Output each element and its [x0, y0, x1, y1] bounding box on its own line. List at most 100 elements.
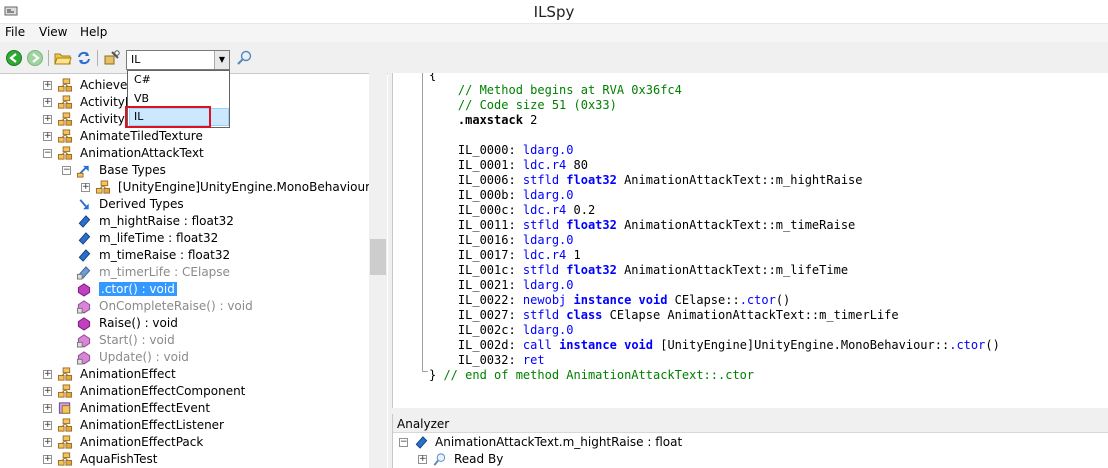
tree-node[interactable]: + AnimationEffectListener: [0, 417, 369, 434]
tree-node[interactable]: + AnimationEffectEvent: [0, 400, 369, 417]
code-token: AnimationAttackText::m_lifeTime: [616, 263, 849, 277]
code-line: .maxstack 2: [429, 113, 537, 128]
class-icon: [57, 78, 73, 92]
expand-icon[interactable]: +: [43, 115, 52, 124]
tree-node[interactable]: + AnimationEffectPack: [0, 434, 369, 451]
tree-node[interactable]: Raise() : void: [0, 315, 369, 332]
fold-guide: [422, 73, 423, 371]
tree-node[interactable]: + AnimationEffectComponent: [0, 383, 369, 400]
code-token: .ctor: [739, 293, 776, 307]
class-icon: [57, 435, 73, 449]
back-icon[interactable]: [5, 49, 23, 67]
code-token: ret: [522, 353, 545, 367]
chevron-down-icon[interactable]: ▼: [214, 51, 229, 69]
assembly-tree[interactable]: + AchieveS + ActivityD + Activity + AnimateTile…: [0, 73, 388, 468]
tree-node[interactable]: Derived Types: [0, 196, 369, 213]
forward-icon[interactable]: [26, 49, 44, 67]
code-token: ldarg.0: [522, 278, 574, 292]
analyzer-node[interactable]: − AnimationAttackText.m_hightRaise : floa…: [393, 434, 1093, 451]
tree-node[interactable]: + [UnityEngine]UnityEngine.MonoBehaviour: [0, 179, 371, 196]
tree-node[interactable]: OnCompleteRaise() : void: [0, 298, 369, 315]
menu-help[interactable]: Help: [80, 25, 107, 39]
analyzer-node[interactable]: + Read By: [393, 451, 1093, 468]
enum-icon: [58, 402, 71, 414]
tree-node-label: AnimationEffectListener: [80, 418, 224, 432]
code-line: IL_0017: ldc.r4 1: [429, 248, 581, 263]
code-token: IL_0000:: [429, 143, 523, 157]
tree-node[interactable]: − Base Types: [0, 162, 369, 179]
collapse-icon[interactable]: −: [62, 166, 71, 175]
tree-node[interactable]: Start() : void: [0, 332, 369, 349]
expand-icon[interactable]: +: [43, 404, 52, 413]
expand-icon[interactable]: +: [43, 387, 52, 396]
tree-node[interactable]: − AnimationAttackText: [0, 145, 369, 162]
menu-file[interactable]: File: [5, 25, 25, 39]
analyzer-node-label: AnimationAttackText.m_hightRaise : float: [435, 435, 683, 449]
search-assembly-icon[interactable]: [103, 49, 121, 67]
code-token: instance: [559, 338, 617, 352]
code-token: CElapse AnimationAttackText::m_timerLife: [602, 308, 899, 322]
language-option-vb[interactable]: VB: [134, 92, 149, 105]
field-private-icon: [76, 266, 91, 280]
class-icon: [57, 112, 73, 126]
expand-icon[interactable]: +: [43, 81, 52, 90]
expand-icon[interactable]: +: [43, 98, 52, 107]
tree-node-label: Raise() : void: [99, 316, 178, 330]
tree-node-label: m_hightRaise : float32: [99, 214, 234, 228]
field-icon: [78, 232, 91, 245]
code-token: ldarg.0: [522, 188, 574, 202]
code-token: }: [429, 368, 444, 382]
derived-types-icon: [79, 199, 89, 210]
code-line: {: [429, 73, 436, 83]
collapse-icon[interactable]: −: [399, 438, 408, 447]
expand-icon[interactable]: +: [43, 421, 52, 430]
tree-scrollbar[interactable]: [369, 73, 387, 468]
expand-icon[interactable]: +: [43, 370, 52, 379]
tree-node[interactable]: .ctor() : void: [0, 281, 369, 298]
class-icon: [57, 452, 73, 466]
class-icon: [57, 95, 73, 109]
analyzer-title: Analyzer: [397, 417, 450, 431]
language-select-value: IL: [131, 53, 141, 66]
expand-icon[interactable]: +: [418, 455, 427, 464]
code-token: class: [566, 308, 603, 322]
expand-icon[interactable]: +: [43, 455, 52, 464]
language-option-csharp[interactable]: C#: [134, 73, 151, 86]
tree-node[interactable]: Update() : void: [0, 349, 369, 366]
code-view[interactable]: { // Method begins at RVA 0x36fc4 // Cod…: [392, 73, 1108, 408]
tree-node[interactable]: + AnimateTiledTexture: [0, 128, 369, 145]
code-token: 2: [522, 113, 538, 127]
language-select[interactable]: IL ▼: [126, 50, 230, 70]
tree-node-label: .ctor() : void: [99, 282, 177, 296]
search-icon[interactable]: [236, 49, 254, 67]
expand-icon[interactable]: +: [43, 132, 52, 141]
tree-node[interactable]: + AnimationEffect: [0, 366, 369, 383]
code-token: {: [429, 73, 437, 82]
tree-node-label: AnimationEffectPack: [80, 435, 204, 449]
code-token: float32: [566, 263, 617, 277]
tree-node[interactable]: m_timerLife : CElapse: [0, 264, 369, 281]
tree-scrollbar-thumb[interactable]: [370, 239, 386, 275]
expand-icon[interactable]: +: [43, 438, 52, 447]
code-token: float32: [566, 173, 617, 187]
collapse-icon[interactable]: −: [43, 149, 52, 158]
code-token: call: [522, 338, 552, 352]
refresh-icon[interactable]: [75, 49, 93, 67]
expand-icon[interactable]: +: [81, 183, 90, 192]
code-token: (): [985, 338, 1000, 352]
toolbar-separator: [97, 50, 98, 66]
field-icon: [78, 215, 91, 228]
open-icon[interactable]: [54, 49, 72, 67]
tree-node[interactable]: m_lifeTime : float32: [0, 230, 369, 247]
code-token: AnimationAttackText::m_hightRaise: [616, 173, 863, 187]
tree-node[interactable]: m_hightRaise : float32: [0, 213, 369, 230]
tree-node[interactable]: + AquaFishTest: [0, 451, 369, 468]
analyzer-header: Analyzer: [393, 414, 1108, 433]
tree-node[interactable]: m_timeRaise : float32: [0, 247, 369, 264]
tree-node-label: [UnityEngine]UnityEngine.MonoBehaviour: [118, 180, 371, 194]
menu-view[interactable]: View: [39, 25, 67, 39]
code-line: // Code size 51 (0x33): [429, 98, 617, 113]
code-token: stfld: [522, 263, 560, 277]
code-token: newobj: [522, 293, 567, 307]
code-line: IL_000c: ldc.r4 0.2: [429, 203, 595, 218]
